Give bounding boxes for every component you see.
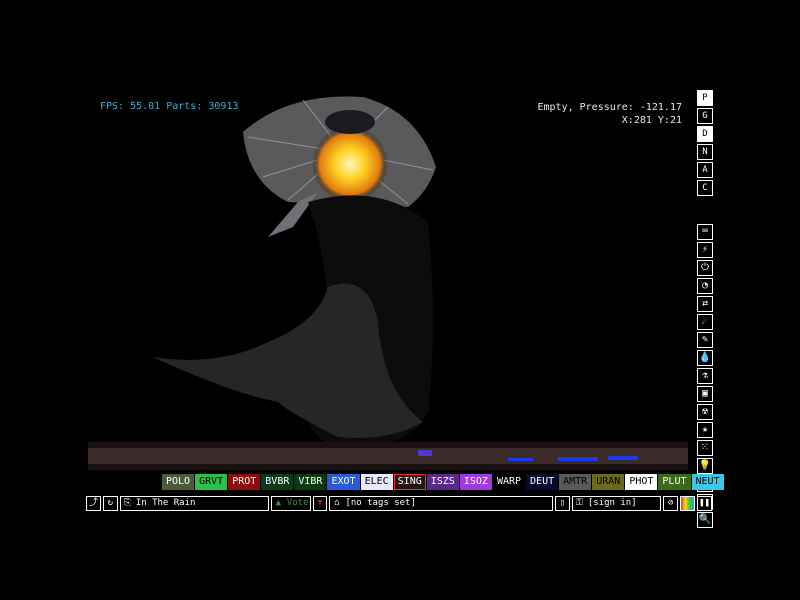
render-mode-panel: P G D N A C [697, 90, 713, 198]
thumbs-down-icon: ▼ [317, 498, 323, 508]
element-button-isoz[interactable]: ISOZ [459, 474, 492, 490]
drop-icon[interactable]: 💧 [697, 350, 713, 366]
mode-button[interactable]: N [697, 144, 713, 160]
mode-button[interactable]: G [697, 108, 713, 124]
pressure-text: Empty, Pressure: -121.17 [537, 102, 683, 113]
element-button-prot[interactable]: PROT [228, 474, 261, 490]
pause-icon: ❚❚ [699, 498, 710, 508]
pressure-readout: Empty, Pressure: -121.17 X:281 Y:21 [538, 101, 683, 127]
gauge-icon[interactable]: ◔ [697, 278, 713, 294]
element-button-neut[interactable]: NEUT [691, 474, 724, 490]
mode-button[interactable]: D [697, 126, 713, 142]
simulation-canvas[interactable] [88, 92, 688, 470]
vote-label: Vote [286, 498, 309, 508]
mode-button[interactable]: C [697, 180, 713, 196]
key-icon: ⚿ [575, 498, 583, 508]
gear-icon: ⊘ [667, 498, 674, 508]
dots-icon[interactable]: ⁙ [697, 440, 713, 456]
file-icon: ▯ [559, 498, 566, 508]
element-button-deut[interactable]: DEUT [526, 474, 559, 490]
open-icon: ⤴ [88, 498, 98, 508]
flask-icon[interactable]: ⚗ [697, 368, 713, 384]
reload-icon: ↻ [107, 498, 114, 508]
pause-button[interactable]: ❚❚ [697, 496, 712, 511]
element-button-grvt[interactable]: GRVT [195, 474, 228, 490]
element-button-elec[interactable]: ELEC [360, 474, 393, 490]
element-button-plut[interactable]: PLUT [658, 474, 691, 490]
sign-in-label: [sign in] [587, 498, 637, 508]
save-title: In The Rain [135, 498, 196, 508]
new-save-button[interactable]: ▯ [554, 496, 570, 511]
fps-counter: FPS: 55.01 Parts: 30913 [100, 101, 239, 112]
vote-down-button[interactable]: ▼ [312, 496, 328, 511]
palette-button[interactable] [680, 496, 696, 511]
mode-button[interactable]: P [697, 90, 713, 106]
tag-icon: ⌂ [334, 498, 340, 508]
star-icon[interactable]: ★ [697, 422, 713, 438]
element-button-exot[interactable]: EXOT [327, 474, 360, 490]
radioactive-icon[interactable]: ☢ [697, 404, 713, 420]
tags-field[interactable]: ⌂ [no tags set] [329, 496, 553, 511]
open-save-button[interactable]: ⤴ [86, 496, 101, 511]
element-button-vibr[interactable]: VIBR [294, 474, 327, 490]
vote-up-button[interactable]: ▲ Vote [270, 496, 311, 511]
keyboard-icon[interactable]: ⌨ [697, 224, 713, 240]
bottom-bar: ⤴ ↻ ⎘ In The Rain ▲ Vote ▼ ⌂ [no tags se… [86, 496, 714, 511]
element-button-iszs[interactable]: ISZS [426, 474, 459, 490]
search-icon[interactable]: 🔍 [697, 512, 713, 528]
element-button-uran[interactable]: URAN [592, 474, 625, 490]
power-icon[interactable]: ⏻ [697, 260, 713, 276]
element-bar: POLO GRVT PROT BVBR VIBR EXOT ELEC SING ISZS ISOZ… [162, 474, 724, 490]
save-icon: ⎘ [123, 498, 131, 508]
element-button-sing[interactable]: SING [393, 474, 426, 490]
cursor-coords: X:281 Y:21 [621, 115, 682, 126]
tags-text: [no tags set] [345, 498, 416, 508]
save-title-field[interactable]: ⎘ In The Rain [119, 496, 269, 511]
element-button-polo[interactable]: POLO [162, 474, 195, 490]
element-button-warp[interactable]: WARP [492, 474, 526, 490]
mode-button[interactable]: A [697, 162, 713, 178]
fire-burst [312, 126, 388, 202]
simulation-scene [88, 96, 688, 470]
plug-icon[interactable]: ⚡ [697, 242, 713, 258]
element-button-bvbr[interactable]: BVBR [261, 474, 294, 490]
element-button-amtr[interactable]: AMTR [559, 474, 592, 490]
pencil-icon[interactable]: ✎ [697, 332, 713, 348]
arrows-icon[interactable]: ⇄ [697, 296, 713, 312]
element-button-phot[interactable]: PHOT [625, 474, 658, 490]
bulb-icon[interactable]: 💡 [697, 458, 713, 474]
spray-icon[interactable]: ☄ [697, 314, 713, 330]
reload-button[interactable]: ↻ [102, 496, 118, 511]
square-icon[interactable]: ▣ [697, 386, 713, 402]
sign-in-button[interactable]: ⚿ [sign in] [571, 496, 662, 511]
thumbs-up-icon: ▲ [275, 498, 282, 508]
settings-button[interactable]: ⊘ [663, 496, 679, 511]
